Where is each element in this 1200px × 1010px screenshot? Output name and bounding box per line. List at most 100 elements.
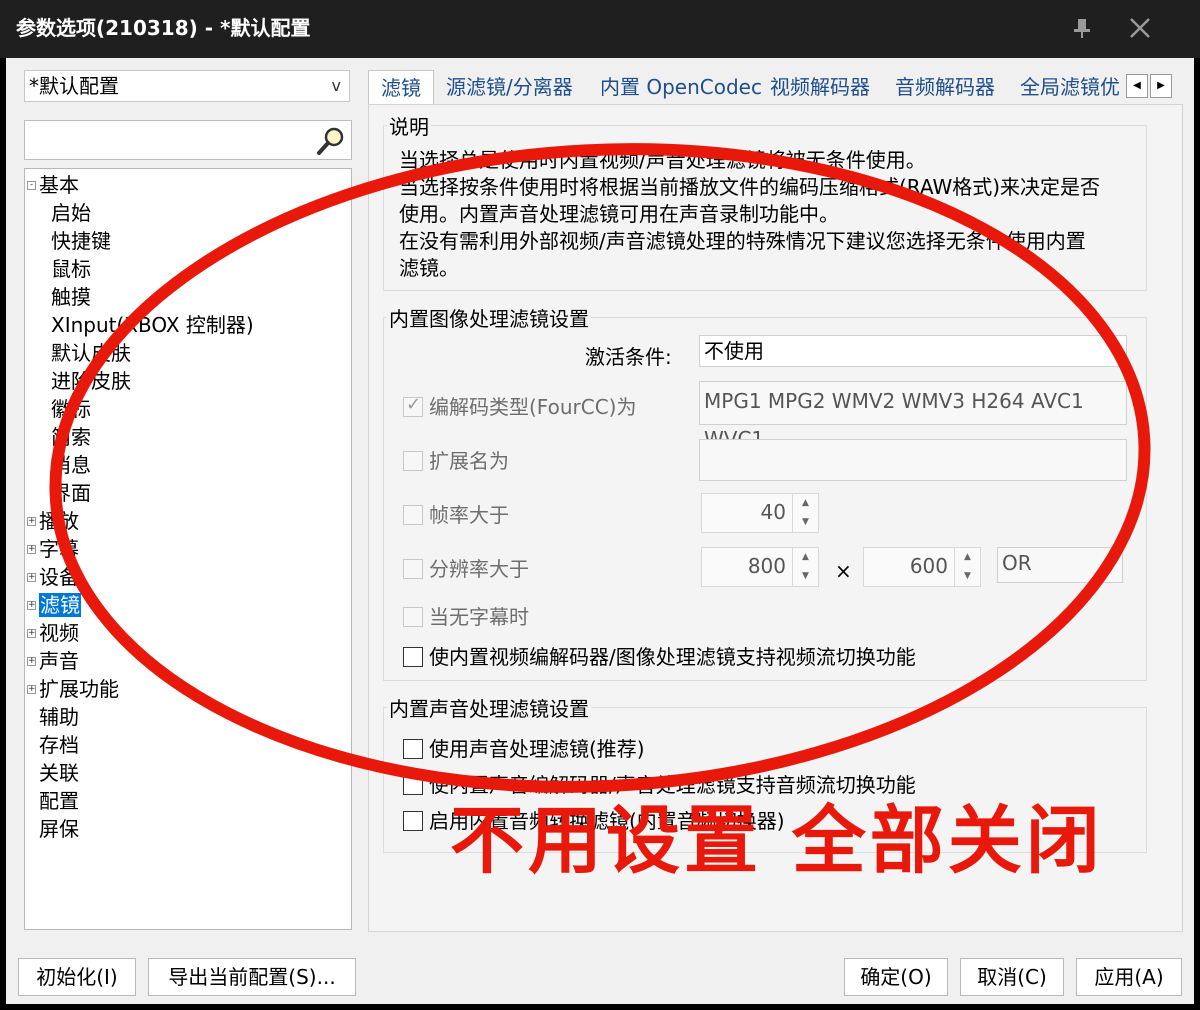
tree-item[interactable]: 鼠标 xyxy=(51,255,91,283)
tree-item[interactable]: 简索 xyxy=(51,423,91,451)
tree-item-label: 存档 xyxy=(39,733,79,757)
tree-item[interactable]: 配置 xyxy=(39,787,79,815)
options-dialog: 参数选项(210318) - *默认配置 *默认配置 v - 基本 启始 快捷键 鼠标触… xyxy=(0,0,1200,1010)
tree-item[interactable]: 消息 xyxy=(51,451,91,479)
no-subtitle-label: 当无字幕时 xyxy=(429,605,529,629)
audio-filter-checkbox[interactable] xyxy=(403,739,423,759)
chevron-down-icon: v xyxy=(1110,341,1120,360)
tree-item[interactable]: + 声音 xyxy=(27,647,79,675)
tree-item[interactable]: 触摸 xyxy=(51,283,91,311)
expand-icon[interactable]: + xyxy=(27,517,36,526)
description-line: 当选择总是使用时内置视频/声音处理滤镜将被无条件使用。 xyxy=(399,148,926,172)
cancel-button[interactable]: 取消(C) xyxy=(960,958,1064,996)
search-input[interactable] xyxy=(24,120,352,160)
ok-button[interactable]: 确定(O) xyxy=(844,958,948,996)
tab-audio-decoder[interactable]: 音频解码器 xyxy=(895,70,995,106)
spin-up-icon[interactable]: ▲ xyxy=(793,548,818,567)
pin-icon[interactable] xyxy=(1062,10,1102,46)
tree-item-label: 设备 xyxy=(39,565,79,589)
tab-source-filters[interactable]: 源滤镜/分离器 xyxy=(446,70,573,106)
tree-item[interactable]: + 扩展功能 xyxy=(27,675,119,703)
resolution-width-stepper[interactable]: 800 ▲ ▼ xyxy=(701,547,819,587)
tree-item[interactable]: 启始 xyxy=(51,199,91,227)
checkmark-icon: ✓ xyxy=(406,394,422,415)
spin-up-icon[interactable]: ▲ xyxy=(955,548,980,567)
close-icon[interactable] xyxy=(1120,10,1160,46)
apply-button[interactable]: 应用(A) xyxy=(1076,958,1182,996)
fourcc-input[interactable]: MPG1 MPG2 WMV2 WMV3 H264 AVC1 WVC1 xyxy=(699,381,1127,451)
extension-input[interactable] xyxy=(699,439,1127,481)
tree-item[interactable]: + 播放 xyxy=(27,507,79,535)
video-switch-label: 使内置视频编解码器/图像处理滤镜支持视频流切换功能 xyxy=(429,645,916,669)
framerate-value: 40 xyxy=(760,500,786,524)
tree-item[interactable]: + 字幕 xyxy=(27,535,79,563)
tree-item-label: 播放 xyxy=(39,509,79,533)
expand-icon[interactable]: + xyxy=(27,545,36,554)
expand-icon[interactable]: + xyxy=(27,629,36,638)
tree-item-label: 进阶皮肤 xyxy=(51,369,131,393)
expand-icon[interactable]: + xyxy=(27,573,36,582)
tree-item-label: 消息 xyxy=(51,453,91,477)
tree-item[interactable]: 辅助 xyxy=(39,703,79,731)
tree-item-label: 徽标 xyxy=(51,397,91,421)
video-switch-checkbox[interactable] xyxy=(403,647,423,667)
audio-filter-group-title: 内置声音处理滤镜设置 xyxy=(387,695,591,723)
tree-item[interactable]: 快捷键 xyxy=(51,227,111,255)
activate-condition-select[interactable]: 不使用 v xyxy=(699,335,1127,367)
tree-item-label: 配置 xyxy=(39,789,79,813)
resolution-operator-select[interactable]: OR xyxy=(997,547,1123,583)
tree-item[interactable]: 徽标 xyxy=(51,395,91,423)
tree-item[interactable]: XInput(XBOX 控制器) xyxy=(51,311,254,339)
resolution-checkbox[interactable] xyxy=(403,559,423,579)
spin-down-icon[interactable]: ▼ xyxy=(793,513,818,532)
framerate-stepper[interactable]: 40 ▲ ▼ xyxy=(701,493,819,533)
tree-item[interactable]: 界面 xyxy=(51,479,91,507)
audio-converter-checkbox[interactable] xyxy=(403,811,423,831)
tab-scroll-right-icon[interactable]: ▶ xyxy=(1150,74,1172,98)
tab-video-decoder[interactable]: 视频解码器 xyxy=(770,70,870,106)
search-icon[interactable] xyxy=(315,125,347,157)
resolution-height-value: 600 xyxy=(909,554,948,578)
framerate-checkbox[interactable] xyxy=(403,505,423,525)
expand-icon[interactable]: + xyxy=(27,657,36,666)
tree-item[interactable]: + 设备 xyxy=(27,563,79,591)
activate-condition-label: 激活条件: xyxy=(585,345,672,369)
profile-select-value: *默认配置 xyxy=(29,74,119,98)
profile-select[interactable]: *默认配置 v xyxy=(24,70,350,102)
tree-item[interactable]: 关联 xyxy=(39,759,79,787)
spin-down-icon[interactable]: ▼ xyxy=(955,567,980,586)
expand-icon[interactable]: + xyxy=(27,685,36,694)
description-line: 滤镜。 xyxy=(399,256,459,280)
spin-down-icon[interactable]: ▼ xyxy=(793,567,818,586)
description-line: 当选择按条件使用时将根据当前播放文件的编码压缩格式(RAW格式)来决定是否 xyxy=(399,175,1101,199)
tree-item[interactable]: 屏保 xyxy=(39,815,79,843)
annotation-text: 不用设置 全部关闭 xyxy=(450,798,1104,884)
tree-item-label: 视频 xyxy=(39,621,79,645)
tab-filters[interactable]: 滤镜 xyxy=(368,70,434,106)
no-subtitle-checkbox[interactable] xyxy=(403,607,423,627)
tree-item[interactable]: + 视频 xyxy=(27,619,79,647)
tree-item[interactable]: - 基本 xyxy=(27,171,79,199)
fourcc-checkbox[interactable]: ✓ xyxy=(403,394,423,417)
tree-item[interactable]: 默认皮肤 xyxy=(51,339,131,367)
tree-item-label: 基本 xyxy=(39,173,79,197)
tree-item-label: 启始 xyxy=(51,201,91,225)
resolution-separator: × xyxy=(835,559,852,583)
category-tree[interactable]: - 基本 启始 快捷键 鼠标 触摸 XInput(XBOX 控制器) 默认皮肤 进阶皮肤 徽标 简索… xyxy=(24,168,352,930)
tab-global-filters[interactable]: 全局滤镜优 xyxy=(1020,70,1124,106)
tree-item[interactable]: 存档 xyxy=(39,731,79,759)
tree-item-label: 鼠标 xyxy=(51,257,91,281)
tree-item[interactable]: + 滤镜 xyxy=(27,591,81,619)
tab-opencodec[interactable]: 内置 OpenCodec xyxy=(600,70,762,106)
expand-icon[interactable]: + xyxy=(27,601,36,610)
tab-scroll-left-icon[interactable]: ◀ xyxy=(1126,74,1148,98)
audio-switch-checkbox[interactable] xyxy=(403,775,423,795)
collapse-icon[interactable]: - xyxy=(27,181,36,190)
spin-up-icon[interactable]: ▲ xyxy=(793,494,818,513)
resolution-height-stepper[interactable]: 600 ▲ ▼ xyxy=(863,547,981,587)
extension-checkbox[interactable] xyxy=(403,451,423,471)
audio-switch-label: 使内置声音编解码器/声音处理滤镜支持音频流切换功能 xyxy=(429,773,916,797)
tree-item[interactable]: 进阶皮肤 xyxy=(51,367,131,395)
export-config-button[interactable]: 导出当前配置(S)... xyxy=(148,958,356,996)
init-button[interactable]: 初始化(I) xyxy=(18,958,136,996)
